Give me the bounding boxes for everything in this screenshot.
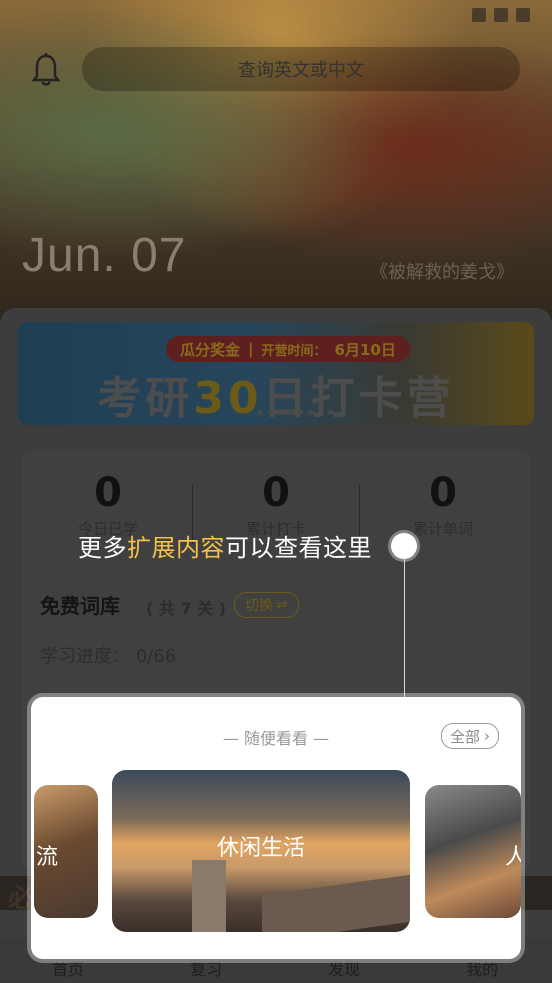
carousel-card-title: 人 bbox=[505, 845, 521, 870]
switch-library-button[interactable]: 切换 ⇌ bbox=[234, 592, 299, 618]
guide-text-highlight: 扩展内容 bbox=[127, 534, 225, 562]
banner-title-part1: 考研 bbox=[97, 373, 194, 424]
tab-home[interactable]: 首页 bbox=[52, 956, 84, 980]
carousel-card-title: 休闲生活 bbox=[216, 836, 305, 861]
banner-pill-divider: | bbox=[248, 340, 254, 358]
stat-label: 累计单词 bbox=[412, 520, 473, 538]
guide-pointer-dot bbox=[391, 533, 417, 559]
carousel-card-title: 流 bbox=[36, 845, 59, 870]
promo-banner[interactable]: 瓜分奖金 | 开营时间： 6月10日 考研30日打卡营 bbox=[18, 322, 534, 425]
banner-time-value: 6月10日 bbox=[334, 340, 396, 359]
swap-icon: ⇌ bbox=[276, 597, 288, 613]
tab-mine[interactable]: 我的 bbox=[466, 956, 498, 980]
guide-text-before: 更多 bbox=[78, 534, 127, 562]
banner-bonus-label: 瓜分奖金 bbox=[180, 340, 241, 359]
banner-pill: 瓜分奖金 | 开营时间： 6月10日 bbox=[166, 336, 410, 362]
guide-text-after: 可以查看这里 bbox=[225, 534, 372, 562]
carousel-card-next[interactable]: 人 bbox=[425, 785, 521, 918]
search-placeholder: 查询英文或中文 bbox=[238, 60, 364, 81]
study-progress: 学习进度： 0/66 bbox=[40, 646, 177, 667]
banner-time-label: 开营时间： bbox=[261, 343, 327, 359]
status-icons bbox=[472, 8, 530, 22]
banner-title-highlight: 30 bbox=[193, 373, 263, 424]
stat-value: 0 bbox=[262, 470, 290, 516]
search-input[interactable]: 查询英文或中文 bbox=[82, 47, 520, 91]
banner-title: 考研30日打卡营 bbox=[18, 362, 534, 425]
library-title: 免费词库 bbox=[40, 594, 120, 618]
movie-title[interactable]: 《被解救的姜戈》 bbox=[370, 258, 514, 284]
view-all-label: 全部 bbox=[449, 727, 480, 746]
stat-value: 0 bbox=[94, 470, 122, 516]
tab-discover[interactable]: 发现 bbox=[328, 956, 360, 980]
carousel-card-active[interactable]: 休闲生活 bbox=[112, 770, 410, 932]
carousel-card-prev[interactable]: 流 bbox=[34, 785, 98, 918]
tab-review[interactable]: 复习 bbox=[190, 956, 222, 980]
guide-tooltip-text: 更多扩展内容可以查看这里 bbox=[78, 528, 372, 563]
card-image-detail bbox=[262, 874, 410, 932]
explore-panel[interactable]: — 随便看看 — 全部 › 流 休闲生活 人 bbox=[31, 697, 521, 959]
stat-value: 0 bbox=[429, 470, 457, 516]
library-count: ( 共 7 关 ) bbox=[146, 599, 227, 618]
daily-date: Jun. 07 bbox=[22, 229, 187, 282]
view-all-button[interactable]: 全部 › bbox=[440, 723, 499, 749]
card-image-detail bbox=[192, 860, 226, 932]
chevron-right-icon: › bbox=[484, 727, 490, 745]
banner-pagination bbox=[258, 410, 333, 415]
stat-words: 0 累计单词 bbox=[359, 470, 527, 539]
status-bar bbox=[0, 0, 552, 34]
guide-pointer-line bbox=[404, 559, 405, 697]
switch-label: 切换 bbox=[245, 598, 273, 614]
banner-title-part2: 日打卡营 bbox=[262, 373, 455, 424]
bell-icon[interactable] bbox=[30, 52, 62, 88]
